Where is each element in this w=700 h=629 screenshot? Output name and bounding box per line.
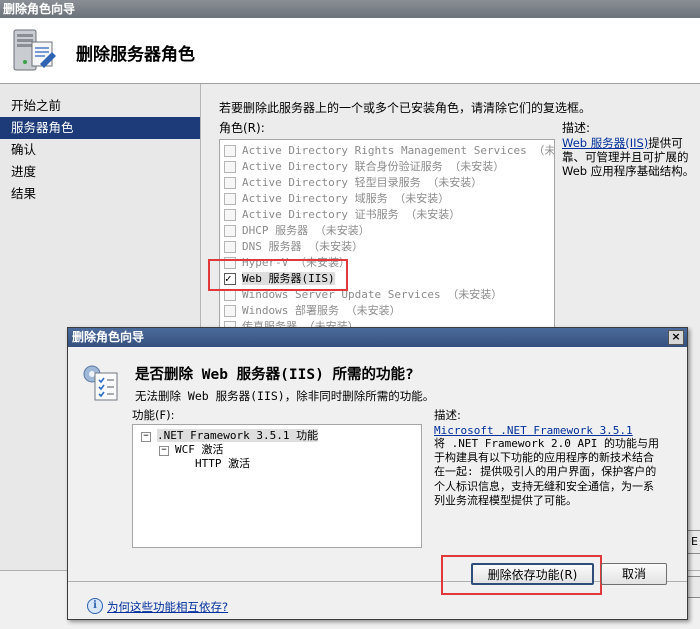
role-wds[interactable]: Windows 部署服务 （未安装） bbox=[220, 303, 554, 319]
role-dns[interactable]: DNS 服务器 （未安装） bbox=[220, 239, 554, 255]
features-checklist-icon bbox=[81, 363, 121, 403]
role-checkbox[interactable] bbox=[224, 161, 236, 173]
role-checkbox[interactable] bbox=[224, 193, 236, 205]
role-checkbox[interactable] bbox=[224, 145, 236, 157]
nav-item-results[interactable]: 结果 bbox=[0, 183, 200, 205]
role-checkbox[interactable] bbox=[224, 305, 236, 317]
role-ad-lds[interactable]: Active Directory 轻型目录服务 （未安装） bbox=[220, 175, 554, 191]
instruction-text: 若要删除此服务器上的一个或多个已安装角色，请清除它们的复选框。 bbox=[219, 101, 592, 115]
nav-item-before-you-begin[interactable]: 开始之前 bbox=[0, 95, 200, 117]
role-checkbox[interactable] bbox=[224, 225, 236, 237]
tree-node-net-framework[interactable]: − .NET Framework 3.5.1 功能 bbox=[141, 429, 319, 443]
nav-item-confirmation[interactable]: 确认 bbox=[0, 139, 200, 161]
description-text: Web 服务器(IIS)提供可靠、可管理并且可扩展的 Web 应用程序基础结构。 bbox=[562, 136, 700, 178]
role-checkbox[interactable] bbox=[224, 177, 236, 189]
role-ad-rms[interactable]: Active Directory Rights Management Servi… bbox=[220, 143, 554, 159]
dialog-description-text: 将 .NET Framework 2.0 API 的功能与用于构建具有以下功能的… bbox=[434, 437, 659, 507]
close-icon[interactable]: × bbox=[668, 330, 684, 345]
window-title: 删除角色向导 bbox=[3, 2, 76, 16]
roles-label: 角色(R): bbox=[219, 121, 265, 135]
server-wizard-icon bbox=[10, 28, 58, 74]
remove-features-dialog: 删除角色向导 × 是否删除 Web 服务器(IIS) 所需的功能? 无法删除 W… bbox=[67, 327, 688, 620]
dialog-heading: 是否删除 Web 服务器(IIS) 所需的功能? bbox=[135, 367, 414, 383]
collapse-icon[interactable]: − bbox=[159, 446, 169, 456]
why-dependent-help-link[interactable]: 为何这些功能相互依存? bbox=[107, 599, 228, 615]
role-checkbox[interactable] bbox=[224, 241, 236, 253]
tree-node-wcf-activation[interactable]: − WCF 激活 bbox=[159, 443, 224, 457]
wizard-header: 删除服务器角色 bbox=[0, 18, 700, 84]
info-icon: i bbox=[87, 598, 103, 614]
dialog-description-label: 描述: bbox=[434, 408, 461, 422]
role-ad-fs[interactable]: Active Directory 联合身份验证服务 （未安装） bbox=[220, 159, 554, 175]
net-framework-link[interactable]: Microsoft .NET Framework 3.5.1 bbox=[434, 424, 633, 437]
remove-required-features-button[interactable]: 删除依存功能(R) bbox=[471, 563, 594, 585]
hidden-wizard-button[interactable]: E bbox=[686, 530, 700, 554]
window-title-bar[interactable]: 删除角色向导 bbox=[0, 0, 700, 18]
role-checkbox[interactable] bbox=[224, 209, 236, 221]
role-ad-ds[interactable]: Active Directory 域服务 （未安装） bbox=[220, 191, 554, 207]
description-link[interactable]: Web 服务器(IIS) bbox=[562, 136, 648, 150]
nav-item-progress[interactable]: 进度 bbox=[0, 161, 200, 183]
page-title: 删除服务器角色 bbox=[76, 45, 195, 65]
features-label: 功能(F): bbox=[132, 408, 175, 422]
dialog-title-bar[interactable]: 删除角色向导 × bbox=[68, 328, 687, 347]
role-dhcp[interactable]: DHCP 服务器 （未安装） bbox=[220, 223, 554, 239]
role-ad-cs[interactable]: Active Directory 证书服务 （未安装） bbox=[220, 207, 554, 223]
collapse-icon[interactable]: − bbox=[141, 432, 151, 442]
cancel-button[interactable]: 取消 bbox=[601, 563, 667, 585]
description-label: 描述: bbox=[562, 121, 591, 135]
dialog-subtext: 无法删除 Web 服务器(IIS)，除非同时删除所需的功能。 bbox=[135, 389, 435, 403]
tree-node-http-activation[interactable]: HTTP 激活 bbox=[195, 457, 250, 471]
dialog-title: 删除角色向导 bbox=[72, 330, 145, 344]
web-server-highlight-box bbox=[208, 259, 348, 291]
nav-item-server-roles[interactable]: 服务器角色 bbox=[0, 117, 200, 139]
features-tree[interactable]: − .NET Framework 3.5.1 功能 − WCF 激活 HTTP 激活 bbox=[132, 424, 422, 548]
